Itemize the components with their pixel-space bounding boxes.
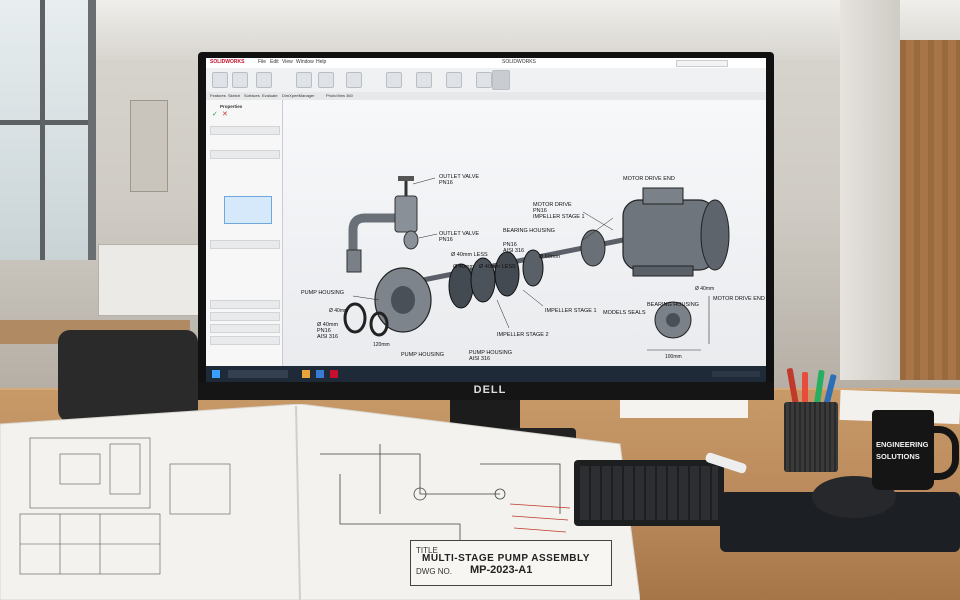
callout-impeller-stage-2: IMPELLER STAGE 2 xyxy=(497,332,549,338)
panel-title: Properties xyxy=(220,104,243,109)
pipe-flange xyxy=(346,249,362,273)
valve-handwheel xyxy=(398,176,414,181)
menu-help[interactable]: Help xyxy=(316,59,326,65)
check-icon[interactable]: ✓ xyxy=(212,111,220,118)
callout-bearing-housing-1: BEARING HOUSING xyxy=(503,228,555,234)
close-icon[interactable]: ✕ xyxy=(222,111,230,118)
callout-models-seals: MODELS SEALS xyxy=(603,310,646,316)
panel-group-4[interactable] xyxy=(210,300,280,309)
mug-text-line1: ENGINEERING xyxy=(876,440,929,449)
keyboard xyxy=(574,460,724,526)
menu-view[interactable]: View xyxy=(282,59,293,65)
outlet-flange xyxy=(403,230,419,250)
callout-pump-housing-2: PUMP HOUSING xyxy=(401,352,444,358)
window-title: SOLIDWORKS xyxy=(502,59,536,65)
start-button[interactable] xyxy=(212,370,220,378)
callout-pump-housing-1: PUMP HOUSING xyxy=(301,290,344,296)
cad-screen: SOLIDWORKS File Edit View Window Help SO… xyxy=(206,58,766,382)
outlet-pipe xyxy=(348,213,395,250)
motor-terminal-box xyxy=(642,187,684,205)
selection-box[interactable] xyxy=(224,196,272,224)
monitor-brand: DELL xyxy=(473,384,507,396)
callout-motor-drive: MOTOR DRIVE PN16 IMPELLER STAGE 1 xyxy=(533,202,585,220)
ribbon-toolbar xyxy=(206,68,766,93)
panel-group-2[interactable] xyxy=(210,150,280,159)
pattern-button[interactable] xyxy=(318,72,334,88)
property-manager: Properties ✓ ✕ xyxy=(206,100,283,366)
system-tray xyxy=(712,371,760,377)
ceiling xyxy=(0,0,960,60)
revolve-button[interactable] xyxy=(232,72,248,88)
curves-button[interactable] xyxy=(476,72,492,88)
wood-panel xyxy=(900,40,960,380)
callout-impeller-stage-1: IMPELLER STAGE 1 xyxy=(545,308,597,314)
callout-pn16-aisi: PN16 AISI 316 xyxy=(503,242,524,254)
drawing-title: MULTI-STAGE PUMP ASSEMBLY xyxy=(422,553,590,564)
dwg-number: MP-2023-A1 xyxy=(470,564,533,576)
tab-photoview[interactable]: PhotoView 360 xyxy=(326,93,353,98)
instant3d-button[interactable] xyxy=(492,70,510,90)
draft-button[interactable] xyxy=(346,72,362,88)
callout-bearing-housing-2: BEARING HOUSING xyxy=(647,302,699,308)
impeller-1 xyxy=(448,263,474,309)
browser-icon[interactable] xyxy=(316,370,324,378)
dim-dia-40-a: Ø 40mm xyxy=(329,308,348,314)
menu-edit[interactable]: Edit xyxy=(270,59,279,65)
callout-dia-40-pn16: Ø 40mm PN16 AISI 316 xyxy=(317,322,339,340)
tab-dimxpert[interactable]: DimXpertManager xyxy=(282,93,314,98)
printer xyxy=(98,244,200,316)
solidworks-taskbar-icon[interactable] xyxy=(330,370,338,378)
callout-motor-drive-end: MOTOR DRIVE END xyxy=(623,176,675,182)
dwg-number-label: DWG NO. xyxy=(416,567,452,576)
impeller-3 xyxy=(494,251,520,297)
extrude-button[interactable] xyxy=(212,72,228,88)
tab-sketch[interactable]: Sketch xyxy=(228,93,240,98)
coffee-mug xyxy=(872,410,934,490)
dim-dia-40-b: Ø 40mm xyxy=(695,286,714,292)
fillet-button[interactable] xyxy=(296,72,312,88)
panel-group-1[interactable] xyxy=(210,126,280,135)
outlet-valve xyxy=(394,195,418,233)
panel-group-6[interactable] xyxy=(210,324,280,333)
graphics-area[interactable]: OUTLET VALVE PN16 OUTLET VALVE PN16 MOTOR … xyxy=(283,100,766,366)
menu-file[interactable]: File xyxy=(258,59,266,65)
callout-dia-40-less-2: Ø 40mm LESS xyxy=(479,264,516,270)
sweep-button[interactable] xyxy=(256,72,272,88)
wall-poster xyxy=(130,100,168,192)
housing-inlet xyxy=(391,286,415,314)
tab-evaluate[interactable]: Evaluate xyxy=(262,93,278,98)
motor-feet xyxy=(632,265,694,277)
taskbar xyxy=(206,366,766,382)
tab-surfaces[interactable]: Surfaces xyxy=(244,93,260,98)
coupling xyxy=(580,229,606,267)
panel-group-7[interactable] xyxy=(210,336,280,345)
taskbar-search[interactable] xyxy=(228,370,288,378)
mirror-button[interactable] xyxy=(416,72,432,88)
tab-features[interactable]: Features xyxy=(210,93,226,98)
callout-dia-60: Ø 60mm xyxy=(539,254,561,260)
callout-dia-40-less-1: Ø 40mm LESS xyxy=(451,252,488,258)
shell-button[interactable] xyxy=(386,72,402,88)
explorer-icon[interactable] xyxy=(302,370,310,378)
callout-dia-40: Ø 40mm xyxy=(453,264,475,270)
pen-cup xyxy=(784,402,838,472)
exploded-pump-view: OUTLET VALVE PN16 OUTLET VALVE PN16 MOTOR … xyxy=(301,174,765,362)
panel-group-5[interactable] xyxy=(210,312,280,321)
search-input[interactable] xyxy=(676,60,728,67)
mug-text-line2: SOLUTIONS xyxy=(876,452,920,461)
dim-100mm: 100mm xyxy=(665,354,682,360)
mug-handle xyxy=(930,426,959,480)
callout-outlet-valve-1: OUTLET VALVE PN16 xyxy=(439,174,479,186)
callout-outlet-valve-2: OUTLET VALVE PN16 xyxy=(439,231,479,243)
motor-end-cap xyxy=(700,199,730,271)
office-window xyxy=(0,0,96,260)
menu-window[interactable]: Window xyxy=(296,59,314,65)
callout-motor-drive-end-2: MOTOR DRIVE END xyxy=(713,296,765,302)
dim-120mm: 120mm xyxy=(373,342,390,348)
reference-button[interactable] xyxy=(446,72,462,88)
app-logo: SOLIDWORKS xyxy=(210,59,245,65)
pillar xyxy=(840,0,900,380)
panel-group-3[interactable] xyxy=(210,240,280,249)
callout-pump-housing-aisi: PUMP HOUSING AISI 316 xyxy=(469,350,512,362)
